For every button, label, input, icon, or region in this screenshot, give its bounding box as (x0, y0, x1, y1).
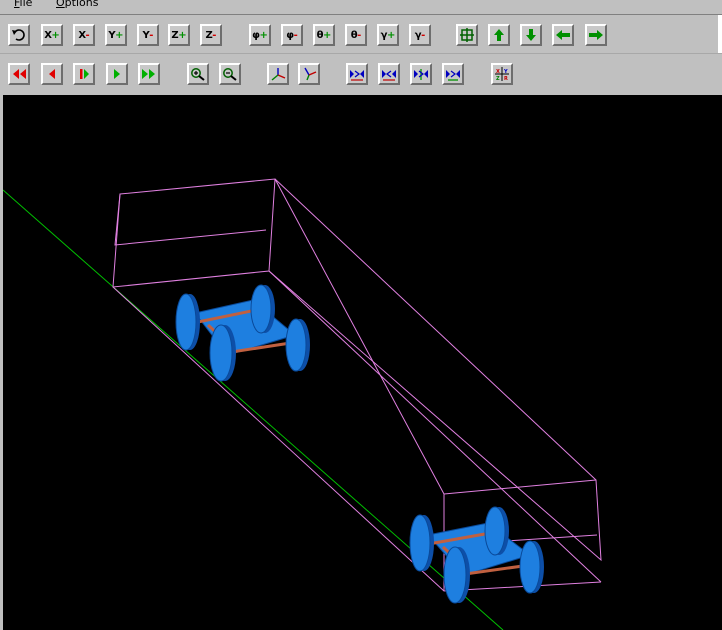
theta-plus-button[interactable]: θ + (313, 24, 335, 46)
axes-view-icon (270, 67, 286, 81)
zoom-out-icon (222, 67, 238, 81)
frame-4-button[interactable] (442, 63, 464, 85)
wheel (285, 318, 307, 372)
frame-1-button[interactable] (346, 63, 368, 85)
fast-rewind-icon (11, 67, 27, 81)
undo-button[interactable] (8, 24, 30, 46)
theta-minus-button[interactable]: θ- (345, 24, 367, 46)
gamma-minus-sign: - (421, 29, 426, 41)
z-minus-label: Z (205, 29, 213, 41)
coords-button[interactable]: XYZR (491, 63, 513, 85)
y-minus-label: Y (142, 29, 150, 41)
fast-forward-icon (141, 67, 157, 81)
phi-minus-button[interactable]: φ- (281, 24, 303, 46)
zoom-in-button[interactable] (187, 63, 209, 85)
frame-3-button[interactable] (410, 63, 432, 85)
menu-bar: File Options (0, 0, 722, 15)
step-back-icon (44, 67, 60, 81)
wheel (409, 514, 431, 572)
3d-viewport[interactable] (3, 95, 722, 630)
axes-rotate-icon (301, 67, 317, 81)
move-right-button[interactable] (585, 24, 607, 46)
theta-plus-sign: + (322, 29, 332, 41)
arrow-down-icon (523, 28, 539, 42)
svg-text:Z: Z (496, 76, 500, 81)
frame-vertical-icon (413, 67, 429, 81)
play-button[interactable] (106, 63, 128, 85)
y-minus-button[interactable]: Y- (137, 24, 159, 46)
pause-play-icon (76, 67, 92, 81)
front-bogie (175, 284, 310, 382)
z-plus-button[interactable]: Z + (168, 24, 190, 46)
xyz-coordinate-icon: XYZR (494, 67, 510, 81)
z-plus-label: Z (171, 29, 179, 41)
x-minus-button[interactable]: X- (73, 24, 95, 46)
phi-plus-button[interactable]: φ + (249, 24, 271, 46)
move-up-button[interactable] (488, 24, 510, 46)
x-minus-sign: - (85, 29, 90, 41)
x-plus-sign: + (51, 29, 60, 41)
x-plus-button[interactable]: X + (41, 24, 63, 46)
theta-minus-sign: - (357, 29, 362, 41)
wheel (209, 324, 233, 382)
y-minus-sign: - (149, 29, 154, 41)
svg-text:X: X (496, 69, 500, 75)
wheel (443, 546, 467, 604)
center-button[interactable] (456, 24, 478, 46)
phi-minus-label: φ (286, 29, 294, 41)
y-plus-label: Y (108, 29, 116, 41)
arrow-left-icon (555, 28, 571, 42)
gamma-plus-sign: + (386, 29, 396, 41)
phi-plus-label: φ (252, 29, 260, 41)
z-plus-sign: + (178, 29, 187, 41)
frame-2-button[interactable] (378, 63, 400, 85)
svg-text:Y: Y (503, 69, 508, 75)
z-minus-sign: - (212, 29, 217, 41)
phi-minus-sign: - (293, 29, 298, 41)
x-minus-label: X (78, 29, 86, 41)
axes-2-button[interactable] (298, 63, 320, 85)
target-grid-icon (459, 28, 475, 42)
wheel (175, 293, 197, 351)
step-back-button[interactable] (41, 63, 63, 85)
x-plus-label: X (44, 29, 52, 41)
wagon-wireframe (112, 178, 602, 592)
y-plus-button[interactable]: Y + (105, 24, 127, 46)
menu-options[interactable]: Options (56, 0, 98, 8)
undo-arrow-icon (11, 28, 27, 42)
gamma-plus-button[interactable]: γ + (377, 24, 399, 46)
gamma-minus-button[interactable]: γ- (409, 24, 431, 46)
phi-plus-sign: + (259, 29, 268, 41)
frame-shrink-icon (349, 67, 365, 81)
frame-expand-icon (381, 67, 397, 81)
arrow-up-icon (491, 28, 507, 42)
z-minus-button[interactable]: Z- (200, 24, 222, 46)
fast-forward-button[interactable] (138, 63, 160, 85)
play-icon (109, 67, 125, 81)
move-left-button[interactable] (552, 24, 574, 46)
move-down-button[interactable] (520, 24, 542, 46)
frame-horizontal-icon (445, 67, 461, 81)
pause-button[interactable] (73, 63, 95, 85)
rear-bogie (409, 506, 544, 604)
rewind-button[interactable] (8, 63, 30, 85)
y-plus-sign: + (115, 29, 124, 41)
scene-svg (3, 178, 602, 630)
toolbar-edge (718, 15, 722, 53)
arrow-right-icon (588, 28, 604, 42)
zoom-in-icon (190, 67, 206, 81)
zoom-out-button[interactable] (219, 63, 241, 85)
wheel (250, 284, 272, 334)
svg-text:R: R (504, 76, 508, 81)
view-toolbar: X + X - Y + Y - Z + Z - φ + φ - θ + θ - γ + γ - (0, 15, 722, 54)
wheel (484, 506, 506, 556)
wheel (519, 540, 541, 594)
menu-file[interactable]: File (14, 0, 32, 8)
animation-toolbar: XYZR (0, 56, 722, 94)
axes-1-button[interactable] (267, 63, 289, 85)
